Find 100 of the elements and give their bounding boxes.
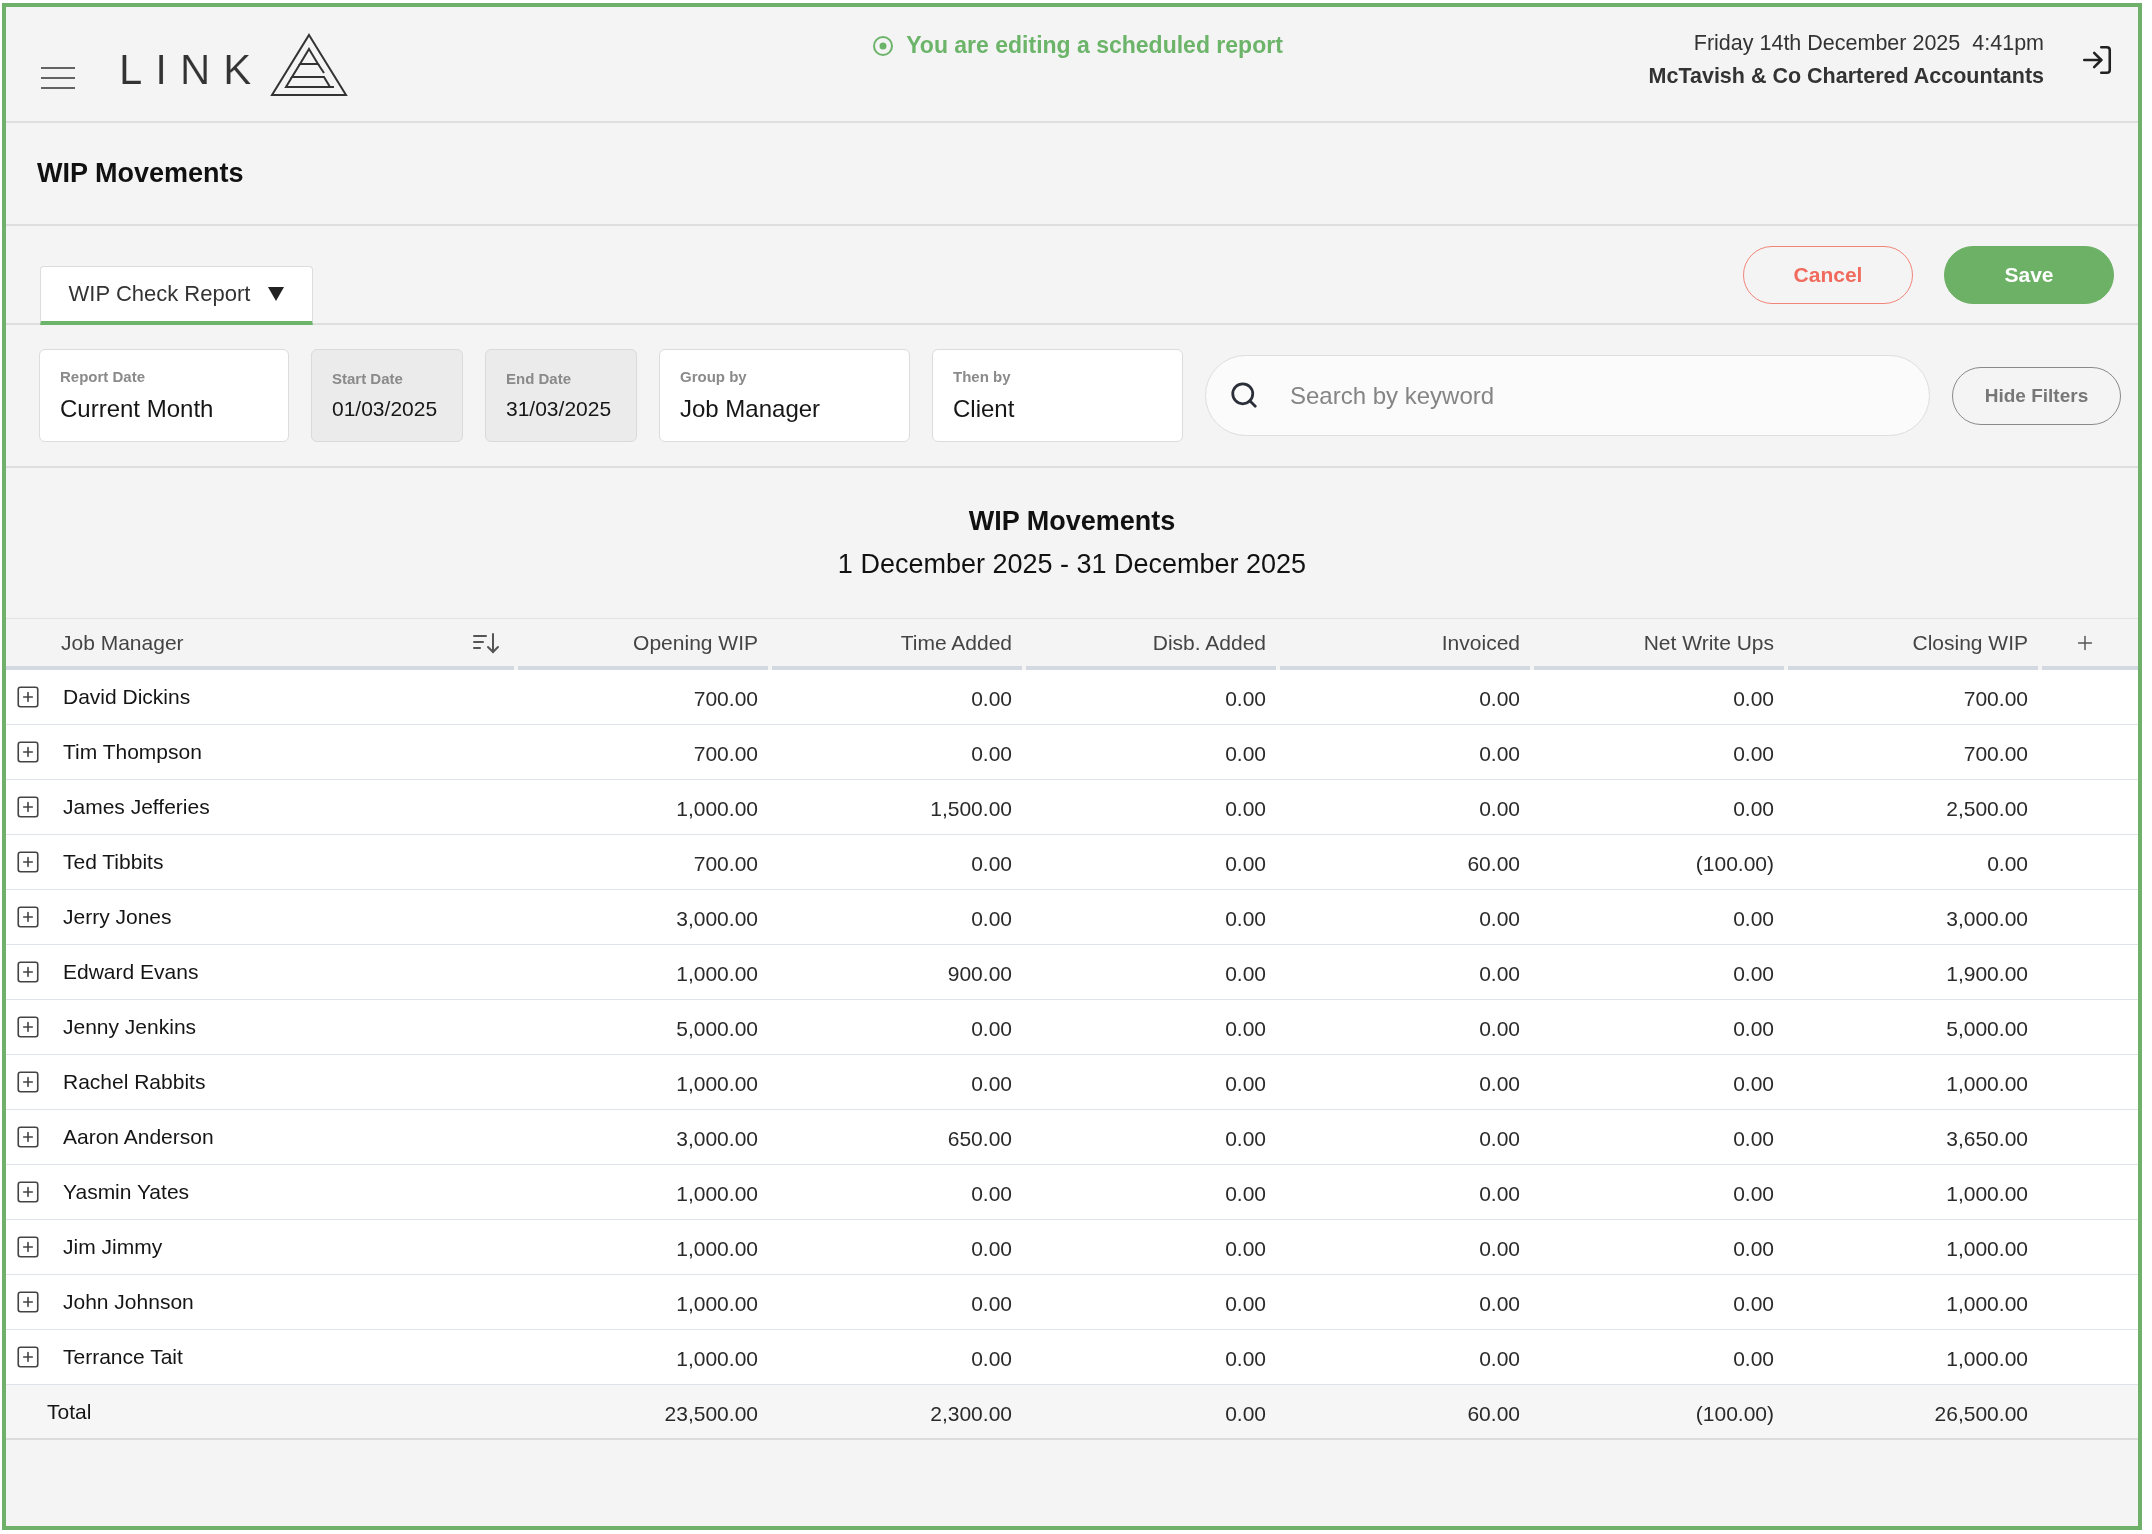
page-title: WIP Movements [37, 158, 244, 189]
table-cell-text: 1,000.00 [675, 796, 759, 822]
table-cell-text: 0.00 [1224, 1291, 1267, 1317]
table-cell-text: 1,000.00 [675, 1291, 759, 1317]
table-cell-text: 1,000.00 [675, 1346, 759, 1372]
organisation-name: McTavish & Co Chartered Accountants [1648, 64, 2044, 89]
manager-name: Rachel Rabbits [63, 1070, 206, 1094]
table-cell-text: 0.00 [1732, 1181, 1775, 1207]
table-cell-text: 0.00 [970, 851, 1013, 877]
square-plus-icon[interactable] [15, 1344, 41, 1370]
table-cell-text: 3,000.00 [675, 1126, 759, 1152]
caret-icon [268, 287, 285, 301]
table-cell-text: 0.00 [1478, 686, 1521, 712]
table-cell-text: 0.00 [1478, 741, 1521, 767]
table-cell-text: 0.00 [970, 1071, 1013, 1097]
square-plus-icon[interactable] [15, 849, 41, 875]
manager-name: Aaron Anderson [63, 1125, 214, 1149]
manager-name: Yasmin Yates [63, 1180, 190, 1204]
square-plus-icon[interactable] [15, 684, 41, 710]
table-cell-text: 0.00 [1732, 906, 1775, 932]
table-cell-text: 0.00 [1224, 1016, 1267, 1042]
search-field[interactable]: Search by keyword [1205, 355, 1930, 436]
table-cell-text: 0.00 [970, 1346, 1013, 1372]
table-cell-text: 0.00 [1478, 1346, 1521, 1372]
square-plus-icon[interactable] [15, 1069, 41, 1095]
table-cell-text: 60.00 [1466, 851, 1521, 877]
table-cell-text: 0.00 [970, 1016, 1013, 1042]
editing-notice: You are editing a scheduled report [906, 32, 1283, 59]
report-title: WIP Movements [968, 506, 1176, 537]
search-icon [1229, 380, 1259, 410]
table-cell-text: 0.00 [970, 686, 1013, 712]
square-plus-icon[interactable] [15, 959, 41, 985]
table-cell-text: 0.00 [1478, 1071, 1521, 1097]
target-dot-icon [872, 34, 895, 57]
table-cell-text: 0.00 [1224, 686, 1267, 712]
table-cell-text: 1,000.00 [1945, 1181, 2029, 1207]
table-cell-text: 1,000.00 [1945, 1236, 2029, 1262]
sort-icon[interactable] [472, 631, 500, 654]
table-cell-text: 0.00 [1224, 1071, 1267, 1097]
table-cell-text: 3,650.00 [1945, 1126, 2029, 1152]
total-label: Total [47, 1399, 92, 1424]
table-cell-text: 1,000.00 [675, 961, 759, 987]
manager-name: Tim Thompson [63, 740, 202, 764]
filter-select[interactable]: Group by Job Manager [659, 349, 910, 442]
manager-name: Jenny Jenkins [63, 1015, 197, 1039]
table-cell-text: 0.00 [1732, 741, 1775, 767]
manager-name: James Jefferies [63, 795, 210, 819]
table-cell-text: 0.00 [1224, 796, 1267, 822]
table-cell-text: 0.00 [1478, 1291, 1521, 1317]
table-cell-text: 0.00 [970, 741, 1013, 767]
table-cell-text: 0.00 [1224, 961, 1267, 987]
square-plus-icon[interactable] [15, 739, 41, 765]
manager-name: David Dickins [63, 685, 191, 709]
square-plus-icon[interactable] [15, 794, 41, 820]
table-cell-text: 0.00 [1478, 1016, 1521, 1042]
table-cell-text: 700.00 [692, 741, 759, 767]
table-cell-text: 0.00 [1732, 1346, 1775, 1372]
table-cell-text: 0.00 [1224, 741, 1267, 767]
table-cell-text: 1,000.00 [1945, 1071, 2029, 1097]
table-cell-text: 0.00 [1732, 1291, 1775, 1317]
triangle-logo-icon [270, 33, 349, 97]
table-cell-text: 0.00 [1224, 1181, 1267, 1207]
table-cell-text: 1,900.00 [1945, 961, 2029, 987]
column-header: Net Write Ups [1643, 630, 1774, 655]
table-cell-text: 1,000.00 [675, 1071, 759, 1097]
table-cell-text: 0.00 [1478, 1181, 1521, 1207]
table-cell-text: 700.00 [692, 686, 759, 712]
square-plus-icon[interactable] [15, 1124, 41, 1150]
column-header: Job Manager [61, 630, 184, 655]
table-cell-text: 1,500.00 [929, 796, 1013, 822]
column-header: Closing WIP [1912, 630, 2028, 655]
square-plus-icon[interactable] [15, 904, 41, 930]
table-cell-text: 0.00 [1732, 1016, 1775, 1042]
square-plus-icon[interactable] [15, 1289, 41, 1315]
table-cell-text: 3,000.00 [1945, 906, 2029, 932]
table-cell-text: 0.00 [1478, 796, 1521, 822]
table-cell-text: 5,000.00 [675, 1016, 759, 1042]
table-cell-text: 1,000.00 [675, 1236, 759, 1262]
table-cell-text: 0.00 [970, 1291, 1013, 1317]
table-cell-text: 0.00 [1986, 851, 2029, 877]
table-cell-text: 1,000.00 [675, 1181, 759, 1207]
menu-icon[interactable] [41, 67, 75, 89]
manager-name: Jim Jimmy [63, 1235, 163, 1259]
table-cell-text: 0.00 [1732, 961, 1775, 987]
table-cell-text: 0.00 [1732, 796, 1775, 822]
filter-select[interactable]: Then by Client [932, 349, 1183, 442]
report-tab[interactable]: WIP Check Report [40, 266, 313, 325]
table-cell-text: 0.00 [1732, 1071, 1775, 1097]
table-cell-text: 1,000.00 [1945, 1291, 2029, 1317]
square-plus-icon[interactable] [15, 1014, 41, 1040]
column-header: Time Added [900, 630, 1012, 655]
logo-text: LINK [119, 49, 265, 91]
filter-select[interactable]: Report Date Current Month [39, 349, 289, 442]
total-cell-text: 0.00 [1224, 1400, 1267, 1427]
table-cell-text: 3,000.00 [675, 906, 759, 932]
square-plus-icon[interactable] [15, 1234, 41, 1260]
table-cell-text: 0.00 [1224, 851, 1267, 877]
table-cell-text: 0.00 [1478, 1126, 1521, 1152]
table-cell-text: 0.00 [1224, 1126, 1267, 1152]
square-plus-icon[interactable] [15, 1179, 41, 1205]
